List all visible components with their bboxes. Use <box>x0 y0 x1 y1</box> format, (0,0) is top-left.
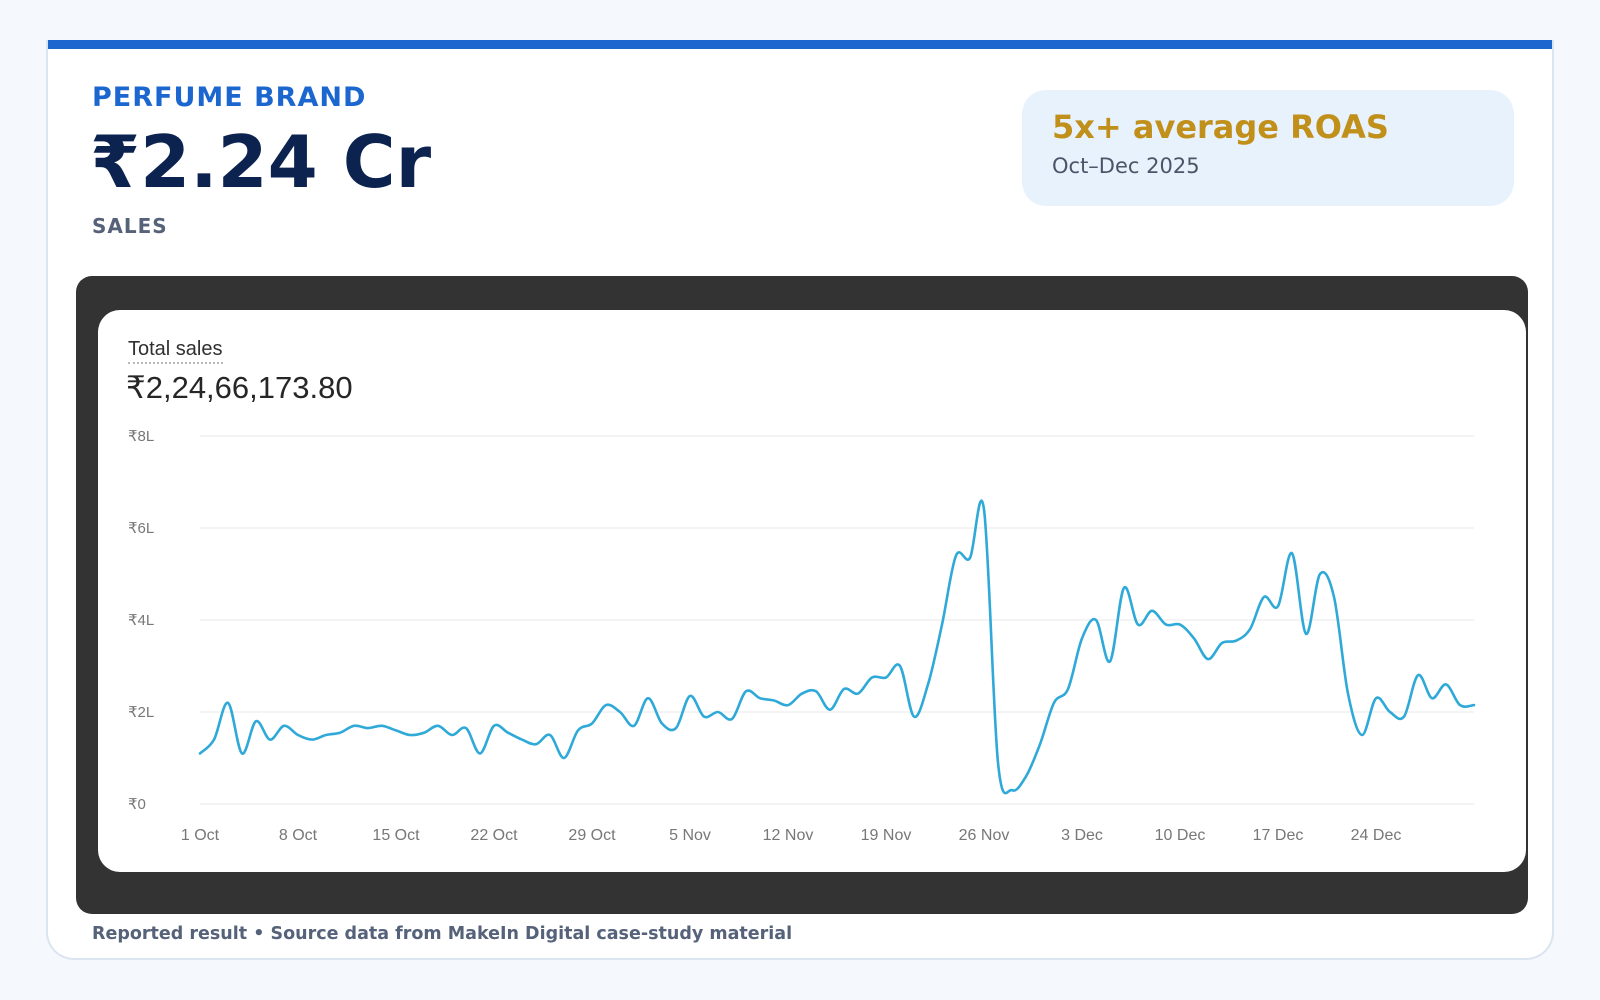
x-tick-label: 5 Nov <box>669 827 711 844</box>
sales-series-line <box>198 499 1476 795</box>
y-tick-label: ₹0 <box>128 796 146 813</box>
sales-headline: ₹2.24 Cr <box>90 120 432 204</box>
sales-chart-panel: ₹0 ₹2L ₹4L ₹6L ₹8L 1 Oct 8 Oct 15 Oct 22 Oct 29 O… <box>98 310 1526 872</box>
result-card: PERFUME BRAND ₹2.24 Cr SALES 5x+ average… <box>46 40 1554 960</box>
roas-title: 5x+ average ROAS <box>1052 108 1389 146</box>
x-tick-label: 12 Nov <box>763 827 814 844</box>
metric-label: SALES <box>92 214 168 238</box>
y-tick-label: ₹8L <box>128 428 154 445</box>
x-tick-label: 15 Oct <box>372 827 420 844</box>
source-footnote: Reported result • Source data from MakeI… <box>92 924 793 944</box>
x-tick-label: 3 Dec <box>1061 827 1103 844</box>
y-tick-label: ₹6L <box>128 520 154 537</box>
y-tick-label: ₹4L <box>128 612 154 629</box>
card-accent-bar <box>48 40 1552 49</box>
x-tick-label: 8 Oct <box>279 827 318 844</box>
x-tick-label: 22 Oct <box>470 827 518 844</box>
x-tick-label: 10 Dec <box>1155 827 1206 844</box>
chart-screenshot-frame: ₹0 ₹2L ₹4L ₹6L ₹8L 1 Oct 8 Oct 15 Oct 22 Oct 29 O… <box>76 276 1528 914</box>
chart-title[interactable]: Total sales <box>128 338 223 364</box>
x-tick-label: 24 Dec <box>1351 827 1402 844</box>
roas-period: Oct–Dec 2025 <box>1052 154 1200 178</box>
x-tick-label: 26 Nov <box>959 827 1010 844</box>
x-tick-label: 19 Nov <box>861 827 912 844</box>
x-tick-label: 17 Dec <box>1253 827 1304 844</box>
chart-total-value: ₹2,24,66,173.80 <box>126 370 353 405</box>
brand-name: PERFUME BRAND <box>92 82 367 113</box>
y-tick-label: ₹2L <box>128 704 154 721</box>
roas-highlight-box: 5x+ average ROAS Oct–Dec 2025 <box>1022 90 1514 206</box>
x-tick-label: 1 Oct <box>181 827 220 844</box>
x-tick-label: 29 Oct <box>568 827 616 844</box>
